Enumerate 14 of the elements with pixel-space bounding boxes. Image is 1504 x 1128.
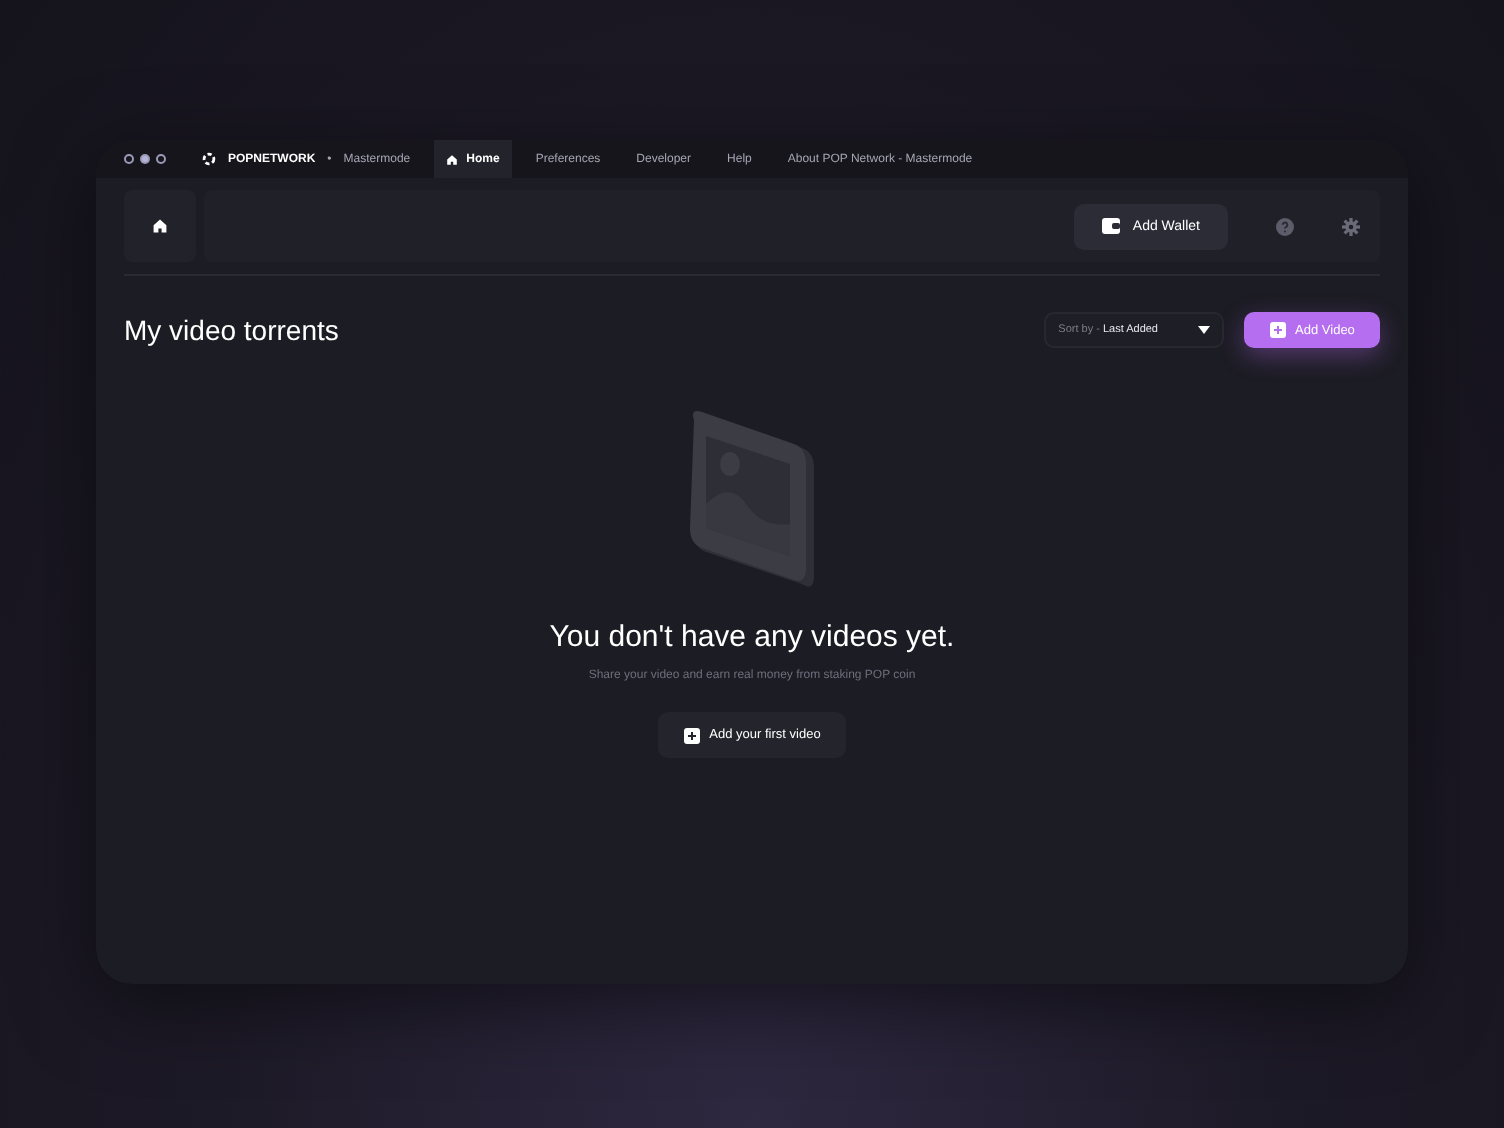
home-icon bbox=[152, 218, 168, 234]
home-icon bbox=[446, 153, 459, 165]
logo-icon bbox=[202, 152, 216, 166]
wallet-icon bbox=[1102, 218, 1121, 234]
plus-icon bbox=[683, 727, 700, 743]
window-controls-icon bbox=[124, 154, 166, 164]
settings-icon[interactable] bbox=[1342, 217, 1360, 235]
empty-state-heading: You don't have any videos yet. bbox=[549, 620, 955, 654]
caret-icon bbox=[1198, 326, 1210, 334]
image-placeholder-icon bbox=[686, 408, 818, 592]
home-button[interactable] bbox=[124, 190, 196, 262]
page-title: My video torrents bbox=[124, 314, 341, 346]
plus-icon bbox=[1269, 322, 1286, 338]
help-icon[interactable] bbox=[1276, 217, 1294, 235]
